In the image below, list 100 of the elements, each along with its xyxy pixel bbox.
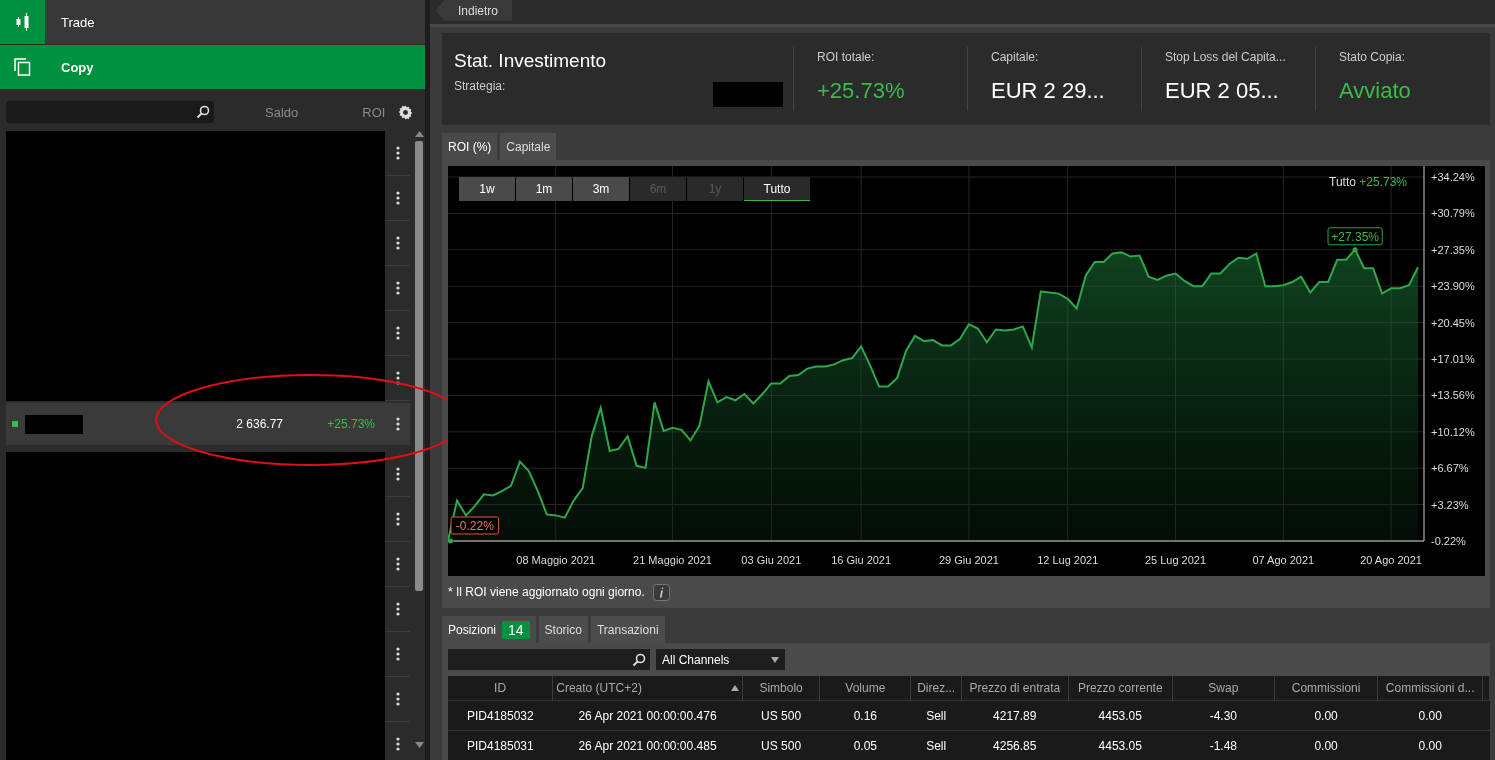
- stat-value: +25.73%: [817, 78, 906, 104]
- table-cell: Sell: [910, 700, 962, 731]
- table-cell: 0.16: [819, 700, 911, 731]
- chart-legend: Tutto +25.73%: [1329, 175, 1407, 189]
- column-header[interactable]: ID: [448, 676, 553, 701]
- column-header[interactable]: Saldo: [265, 104, 299, 120]
- stat-value: EUR 2 29...: [991, 78, 1106, 104]
- more-options-icon[interactable]: [395, 146, 400, 160]
- data-point: [1352, 247, 1358, 253]
- search-icon[interactable]: [632, 652, 646, 667]
- info-icon[interactable]: [652, 583, 670, 601]
- column-header[interactable]: Prezzo corrente: [1068, 676, 1173, 701]
- axis-label: -0.22%: [1431, 535, 1466, 547]
- more-options-icon[interactable]: [395, 692, 400, 706]
- value-callout: +27.35%: [1327, 227, 1383, 246]
- table-cell: 26 Apr 2021 00:00:00.485: [552, 730, 743, 760]
- settings-icon[interactable]: [398, 104, 414, 120]
- axis-label: +23.90%: [1431, 280, 1475, 293]
- range-button[interactable]: 1w: [459, 177, 515, 201]
- annotation: +27.35%: [1331, 229, 1380, 244]
- channel-dropdown[interactable]: All Channels: [656, 649, 785, 670]
- more-options-icon[interactable]: [395, 557, 400, 571]
- redacted-block: [25, 414, 83, 434]
- axis-label: +13.56%: [1431, 389, 1475, 402]
- axis-label: 07 Ago 2021: [1252, 554, 1315, 566]
- axis-label: 08 Maggio 2021: [516, 554, 596, 566]
- stat-label: Stato Copia:: [1339, 50, 1407, 64]
- positions-tab[interactable]: Posizioni 14: [442, 616, 536, 643]
- more-options-icon[interactable]: [395, 326, 400, 340]
- range-button[interactable]: 1m: [516, 177, 572, 201]
- more-options-icon[interactable]: [395, 737, 400, 751]
- page-title: Stat. Investimento: [454, 50, 608, 72]
- more-options-icon[interactable]: [395, 191, 400, 205]
- table-cell: 0.00: [1377, 730, 1483, 760]
- axis-label: 25 Lug 2021: [1144, 554, 1207, 566]
- stat-value: Avviato: [1339, 78, 1412, 104]
- strategy-label: Strategia:: [454, 79, 506, 93]
- axis-label: +34.24%: [1431, 171, 1475, 183]
- scroll-up-icon[interactable]: [414, 131, 424, 137]
- chart-tab[interactable]: ROI (%): [442, 133, 498, 160]
- axis-label: +17.01%: [1431, 353, 1475, 365]
- sort-arrow-icon: [730, 685, 739, 691]
- axis-label: 03 Giu 2021: [741, 554, 802, 566]
- scroll-down-icon[interactable]: [414, 742, 424, 748]
- axis-label: +27.35%: [1431, 243, 1475, 256]
- table-cell: 0.05: [819, 730, 911, 760]
- nav-item[interactable]: Trade: [0, 0, 425, 44]
- table-cell: Sell: [910, 730, 962, 760]
- column-header[interactable]: Simbolo: [742, 676, 820, 701]
- table-cell: 26 Apr 2021 00:00:00.476: [552, 700, 743, 731]
- table-cell: PID4185031: [448, 730, 553, 760]
- table-cell: -4.30: [1172, 700, 1275, 731]
- search-field[interactable]: [448, 649, 650, 670]
- more-options-icon[interactable]: [395, 417, 400, 431]
- table-cell: 0.00: [1274, 730, 1378, 760]
- column-header[interactable]: Creato (UTC+2): [552, 676, 743, 701]
- range-button[interactable]: 3m: [573, 177, 629, 201]
- roi-value: +25.73%: [326, 417, 376, 431]
- column-header[interactable]: ROI: [362, 104, 386, 120]
- candlestick-icon: [14, 11, 31, 33]
- table-cell: PID4185032: [448, 700, 553, 731]
- column-header[interactable]: Prezzo di entrata: [961, 676, 1069, 701]
- table-cell: US 500: [742, 700, 820, 731]
- axis-label: +20.45%: [1431, 316, 1475, 329]
- chart-tab[interactable]: Capitale: [500, 133, 557, 160]
- range-button[interactable]: Tutto: [744, 177, 810, 201]
- axis-label: 21 Maggio 2021: [633, 554, 712, 566]
- roi-note: * Il ROI viene aggiornato ogni giorno.: [448, 585, 645, 599]
- redacted-block: [713, 82, 783, 107]
- more-options-icon[interactable]: [395, 236, 400, 250]
- column-header[interactable]: Direz...: [910, 676, 962, 701]
- more-options-icon[interactable]: [395, 467, 400, 481]
- data-point: [448, 538, 453, 544]
- positions-tab[interactable]: Storico: [538, 616, 588, 643]
- axis-label: 16 Giu 2021: [831, 554, 892, 566]
- stat-label: Stop Loss del Capita...: [1165, 50, 1287, 64]
- table-cell: 0.00: [1274, 700, 1378, 731]
- column-header[interactable]: Swap: [1172, 676, 1275, 701]
- stat-label: Capitale:: [991, 50, 1040, 64]
- strategy-row[interactable]: 2 636.77 +25.73%: [6, 403, 411, 445]
- search-icon[interactable]: [196, 105, 210, 119]
- column-header[interactable]: Volume: [819, 676, 911, 701]
- stat-value: EUR 2 05...: [1165, 78, 1280, 104]
- axis-label: 20 Ago 2021: [1360, 554, 1422, 566]
- table-cell: US 500: [742, 730, 820, 760]
- search-field[interactable]: [6, 101, 214, 123]
- column-header[interactable]: Commissioni d...: [1377, 676, 1483, 701]
- value-callout: -0.22%: [450, 516, 500, 535]
- nav-item[interactable]: Copy: [0, 45, 425, 89]
- more-options-icon[interactable]: [395, 281, 400, 295]
- more-options-icon[interactable]: [395, 512, 400, 526]
- back-button[interactable]: Indietro: [436, 0, 513, 21]
- column-header[interactable]: Commissioni: [1274, 676, 1378, 701]
- more-options-icon[interactable]: [395, 602, 400, 616]
- balance-value: 2 636.77: [235, 417, 284, 431]
- positions-tab[interactable]: Transazioni: [590, 616, 665, 643]
- axis-label: 29 Giu 2021: [938, 554, 999, 566]
- axis-label: +3.23%: [1431, 498, 1469, 511]
- more-options-icon[interactable]: [395, 647, 400, 661]
- caret-icon: [771, 656, 779, 663]
